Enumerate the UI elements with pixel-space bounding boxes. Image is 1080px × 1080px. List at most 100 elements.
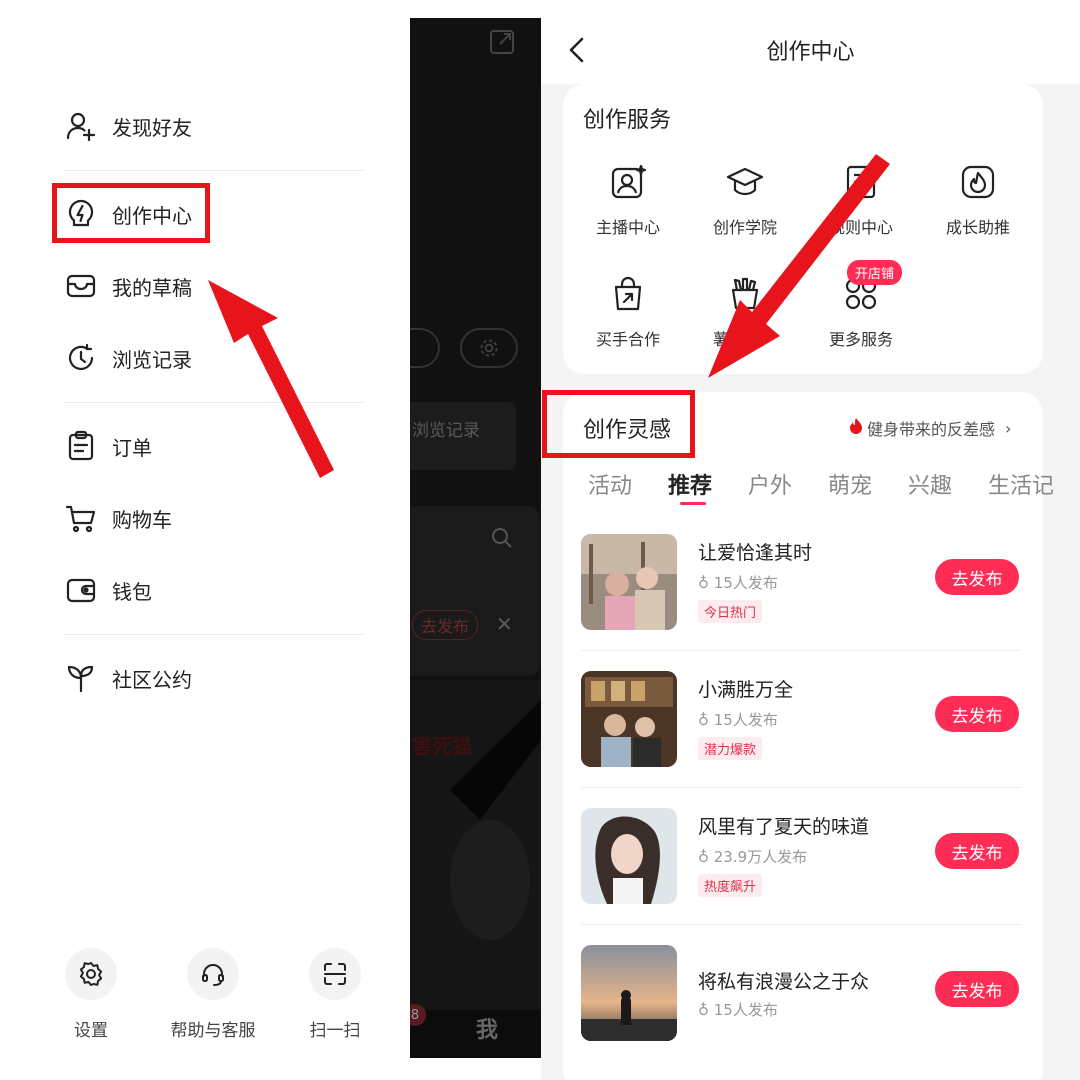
count-text: 15人发布 xyxy=(713,574,778,592)
search-icon xyxy=(490,526,514,554)
close-icon: ✕ xyxy=(496,612,513,636)
tab-me: 我 xyxy=(476,1018,499,1043)
row-divider xyxy=(581,924,1021,925)
divider xyxy=(64,402,364,403)
streamer-icon xyxy=(608,162,648,202)
item-tag: 热度飙升 xyxy=(698,874,763,897)
publish-button-dim: 去发布 xyxy=(412,610,479,640)
inbox-tray-icon xyxy=(64,269,98,303)
service-label: 规则中心 xyxy=(828,218,893,237)
item-title: 风里有了夏天的味道 xyxy=(698,816,870,838)
scan-label: 扫一扫 xyxy=(309,1021,361,1041)
services-card: 创作服务 主播中心 创作学院 规则中心 成长助推 买手合作 薯条推广 更多服务 … xyxy=(563,84,1043,374)
headset-icon xyxy=(187,948,239,1000)
count-text: 15人发布 xyxy=(713,1001,778,1019)
tab-interests[interactable]: 兴趣 xyxy=(908,468,952,500)
graduation-cap-icon xyxy=(725,162,765,202)
flame-icon xyxy=(958,162,998,202)
item-publish-count: ♁ 15人发布 xyxy=(698,709,778,730)
item-publish-count: ♁ 15人发布 xyxy=(698,572,778,593)
count-text: 23.9万人发布 xyxy=(713,848,808,866)
menu-item-drafts[interactable]: 我的草稿 xyxy=(64,264,192,308)
publish-button[interactable]: 去发布 xyxy=(935,696,1019,732)
tab-life-record[interactable]: 生活记 xyxy=(988,468,1054,500)
active-tab-indicator xyxy=(680,502,706,505)
settings-label: 设置 xyxy=(74,1021,108,1041)
highlight-inspiration xyxy=(542,390,695,458)
flame-outline-icon: ♁ xyxy=(698,1001,714,1019)
menu-item-discover-friends[interactable]: 发现好友 xyxy=(64,104,192,148)
item-thumbnail xyxy=(581,534,677,630)
item-publish-count: ♁ 15人发布 xyxy=(698,999,778,1020)
service-buyer-collab[interactable]: 买手合作 xyxy=(568,274,688,350)
inspiration-item[interactable]: 小满胜万全 ♁ 15人发布 潜力爆款 去发布 xyxy=(581,671,1021,771)
item-tag: 今日热门 xyxy=(698,600,763,623)
row-divider xyxy=(581,787,1021,788)
menu-item-wallet[interactable]: 钱包 xyxy=(64,568,152,612)
history-clock-icon xyxy=(64,341,98,375)
service-label: 薯条推广 xyxy=(712,330,777,349)
publish-button[interactable]: 去发布 xyxy=(935,559,1019,595)
flame-outline-icon: ♁ xyxy=(698,848,714,866)
flame-outline-icon: ♁ xyxy=(698,574,714,592)
sprout-icon xyxy=(64,661,98,695)
help-service-label: 帮助与客服 xyxy=(170,1021,256,1041)
item-thumbnail xyxy=(581,808,677,904)
dimmed-background[interactable]: 浏览记录 去发布 ✕ 害死猫 8 我 xyxy=(410,18,541,1058)
tab-outdoor[interactable]: 户外 xyxy=(748,468,792,500)
services-heading: 创作服务 xyxy=(583,108,672,133)
inspiration-topic-text: 健身带来的反差感 xyxy=(867,420,996,439)
item-title: 将私有浪漫公之于众 xyxy=(698,971,870,993)
divider xyxy=(64,170,364,171)
menu-item-browse-history[interactable]: 浏览记录 xyxy=(64,336,192,380)
inspiration-item[interactable]: 让爱恰逢其时 ♁ 15人发布 今日热门 去发布 xyxy=(581,534,1021,634)
inspiration-item[interactable]: 将私有浪漫公之于众 ♁ 15人发布 去发布 xyxy=(581,945,1021,1045)
inspiration-topic-link[interactable]: 健身带来的反差感 › xyxy=(849,416,1011,440)
service-more-services[interactable]: 更多服务 xyxy=(801,274,921,350)
service-label: 更多服务 xyxy=(828,330,893,349)
service-label: 主播中心 xyxy=(595,218,660,237)
publish-button[interactable]: 去发布 xyxy=(935,971,1019,1007)
clipboard-icon xyxy=(64,429,98,463)
item-thumbnail xyxy=(581,945,677,1041)
service-streamer-center[interactable]: 主播中心 xyxy=(568,162,688,238)
service-creator-academy[interactable]: 创作学院 xyxy=(685,162,805,238)
menu-item-label: 钱包 xyxy=(112,579,152,604)
scan-button[interactable]: 扫一扫 xyxy=(285,948,385,1041)
help-service-button[interactable]: 帮助与客服 xyxy=(163,948,263,1041)
edit-profile-button xyxy=(410,328,440,368)
tab-activity[interactable]: 活动 xyxy=(588,468,632,500)
service-rules-center[interactable]: 规则中心 xyxy=(801,162,921,238)
menu-item-label: 订单 xyxy=(112,435,152,460)
menu-item-label: 社区公约 xyxy=(112,667,192,692)
item-publish-count: ♁ 23.9万人发布 xyxy=(698,846,807,867)
background-card xyxy=(410,506,540,676)
page-title: 创作中心 xyxy=(766,40,855,65)
menu-item-orders[interactable]: 订单 xyxy=(64,424,152,468)
menu-item-label: 浏览记录 xyxy=(112,347,192,372)
wallet-icon xyxy=(64,573,98,607)
inspiration-item[interactable]: 风里有了夏天的味道 ♁ 23.9万人发布 热度飙升 去发布 xyxy=(581,808,1021,908)
fries-icon xyxy=(725,274,765,314)
publish-button[interactable]: 去发布 xyxy=(935,833,1019,869)
menu-item-community-guidelines[interactable]: 社区公约 xyxy=(64,656,192,700)
flame-outline-icon: ♁ xyxy=(698,711,714,729)
item-title: 小满胜万全 xyxy=(698,679,794,701)
service-fries-promotion[interactable]: 薯条推广 xyxy=(685,274,805,350)
tab-pets[interactable]: 萌宠 xyxy=(828,468,872,500)
service-growth-boost[interactable]: 成长助推 xyxy=(918,162,1038,238)
menu-item-cart[interactable]: 购物车 xyxy=(64,496,172,540)
service-label: 创作学院 xyxy=(712,218,777,237)
background-gear-icon xyxy=(460,328,518,368)
item-title: 让爱恰逢其时 xyxy=(698,542,813,564)
side-drawer: 发现好友 创作中心 我的草稿 浏览记录 订单 购物车 钱包 社区公约 设置 帮助… xyxy=(0,0,410,1080)
menu-item-label: 购物车 xyxy=(112,507,172,532)
settings-button[interactable]: 设置 xyxy=(41,948,141,1041)
browse-history-text: 浏览记录 xyxy=(412,421,480,441)
tab-recommended[interactable]: 推荐 xyxy=(668,468,712,500)
item-thumbnail xyxy=(581,671,677,767)
chevron-right-icon: › xyxy=(1005,418,1012,438)
top-bar: 创作中心 xyxy=(541,0,1080,84)
count-text: 15人发布 xyxy=(713,711,778,729)
service-label: 成长助推 xyxy=(945,218,1010,237)
